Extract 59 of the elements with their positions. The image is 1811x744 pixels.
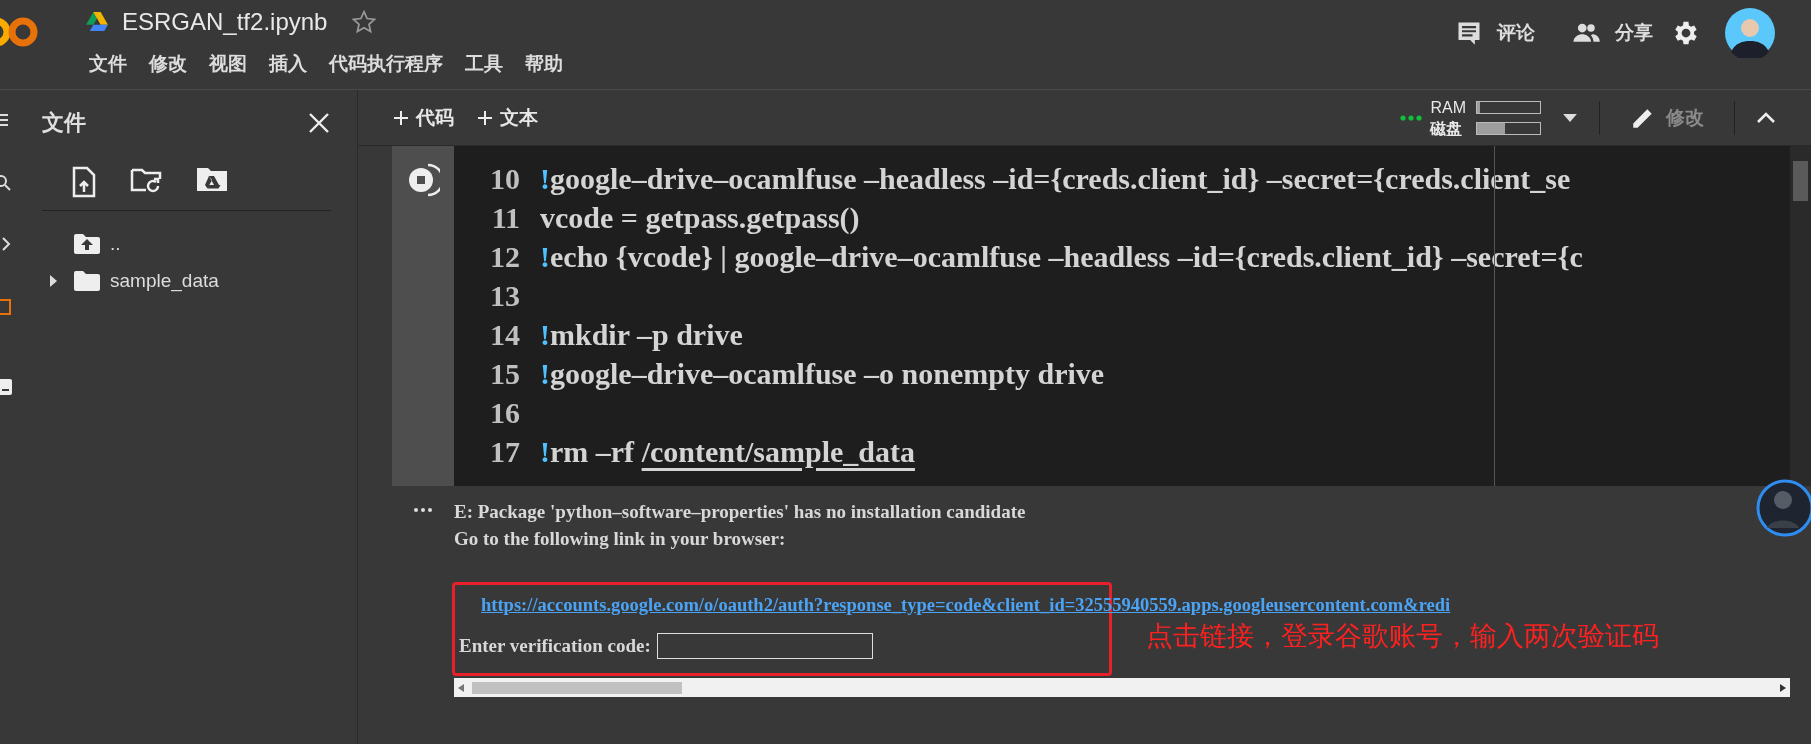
menu-item[interactable]: 代码执行程序: [318, 47, 454, 81]
code-line: vcode = getpass.getpass(): [540, 200, 860, 235]
code-editor[interactable]: [454, 146, 1790, 486]
share-button[interactable]: 分享: [1553, 12, 1671, 54]
line-number: 14: [489, 317, 521, 352]
menu-item[interactable]: 修改: [138, 47, 198, 81]
scroll-left-icon[interactable]: [458, 683, 464, 692]
plus-icon: [478, 110, 492, 125]
tree-item[interactable]: ..: [42, 225, 121, 262]
panel-title: 文件: [42, 109, 86, 137]
horizontal-scrollbar[interactable]: [454, 678, 1790, 697]
code-line: !rm –rf /content/sample_data: [540, 434, 915, 469]
close-icon[interactable]: [307, 111, 331, 135]
add-button[interactable]: 文本: [466, 100, 550, 135]
code-line: !mkdir –p drive: [540, 317, 743, 352]
plus-icon: [394, 110, 408, 125]
terminal-icon[interactable]: [0, 378, 12, 396]
code-line: !google–drive–ocamlfuse –headless –id={creds.client_id} –secret={creds.client_se: [540, 161, 1571, 196]
add-button[interactable]: 代码: [382, 100, 466, 135]
search-icon[interactable]: [0, 174, 12, 192]
collapsed-arrow-icon[interactable]: [48, 274, 58, 287]
menu-item[interactable]: 工具: [454, 47, 514, 81]
stop-icon[interactable]: [406, 162, 440, 198]
more-icon[interactable]: [414, 508, 432, 512]
code-line: !google–drive–ocamlfuse –o nonempty drive: [540, 356, 1105, 391]
menu-item[interactable]: 视图: [198, 47, 258, 81]
annotation-text: 点击链接，登录谷歌账号，输入两次验证码: [1146, 619, 1659, 653]
output-text: Go to the following link in your browser:: [454, 527, 787, 551]
folder-icon: [74, 270, 100, 291]
line-number: 15: [489, 356, 521, 391]
line-number: 11: [490, 200, 521, 235]
prompt-label: Enter verification code:: [459, 635, 651, 657]
resource-label: 磁盘: [1430, 120, 1464, 136]
code-line: !echo {vcode} | google–drive–ocamlfuse –headless –id={creds.client_id} –secret={c: [540, 239, 1583, 274]
collapse-icon[interactable]: [1757, 111, 1775, 124]
line-number: 17: [489, 434, 521, 469]
status-dots-icon: [1400, 114, 1423, 121]
line-number: 16: [489, 395, 521, 430]
menu-item[interactable]: 插入: [258, 47, 318, 81]
tree-item[interactable]: sample_data: [42, 262, 219, 299]
star-icon[interactable]: [351, 9, 378, 35]
file-upload-icon[interactable]: [72, 166, 96, 198]
file-title[interactable]: ESRGAN_tf2.ipynb: [118, 8, 342, 36]
drive-folder-icon[interactable]: [196, 166, 228, 192]
verification-code-field[interactable]: [656, 633, 873, 659]
folder-up-icon: [74, 233, 100, 254]
line-number: 12: [489, 239, 521, 274]
menu-item[interactable]: 文件: [78, 47, 138, 81]
drive-icon: [86, 12, 108, 32]
scrollbar[interactable]: [1790, 146, 1811, 486]
avatar[interactable]: [1725, 8, 1775, 58]
menu-item[interactable]: 帮助: [514, 47, 574, 81]
output-text: E: Package 'python–software–properties' has no installation candidate: [454, 500, 1027, 524]
dropdown-caret-icon[interactable]: [1563, 113, 1577, 122]
line-number: 13: [489, 278, 521, 313]
scroll-right-icon[interactable]: [1780, 683, 1786, 692]
comment-button[interactable]: 评论: [1437, 13, 1553, 53]
line-number: 10: [489, 161, 521, 196]
resource-label: RAM: [1430, 99, 1466, 115]
